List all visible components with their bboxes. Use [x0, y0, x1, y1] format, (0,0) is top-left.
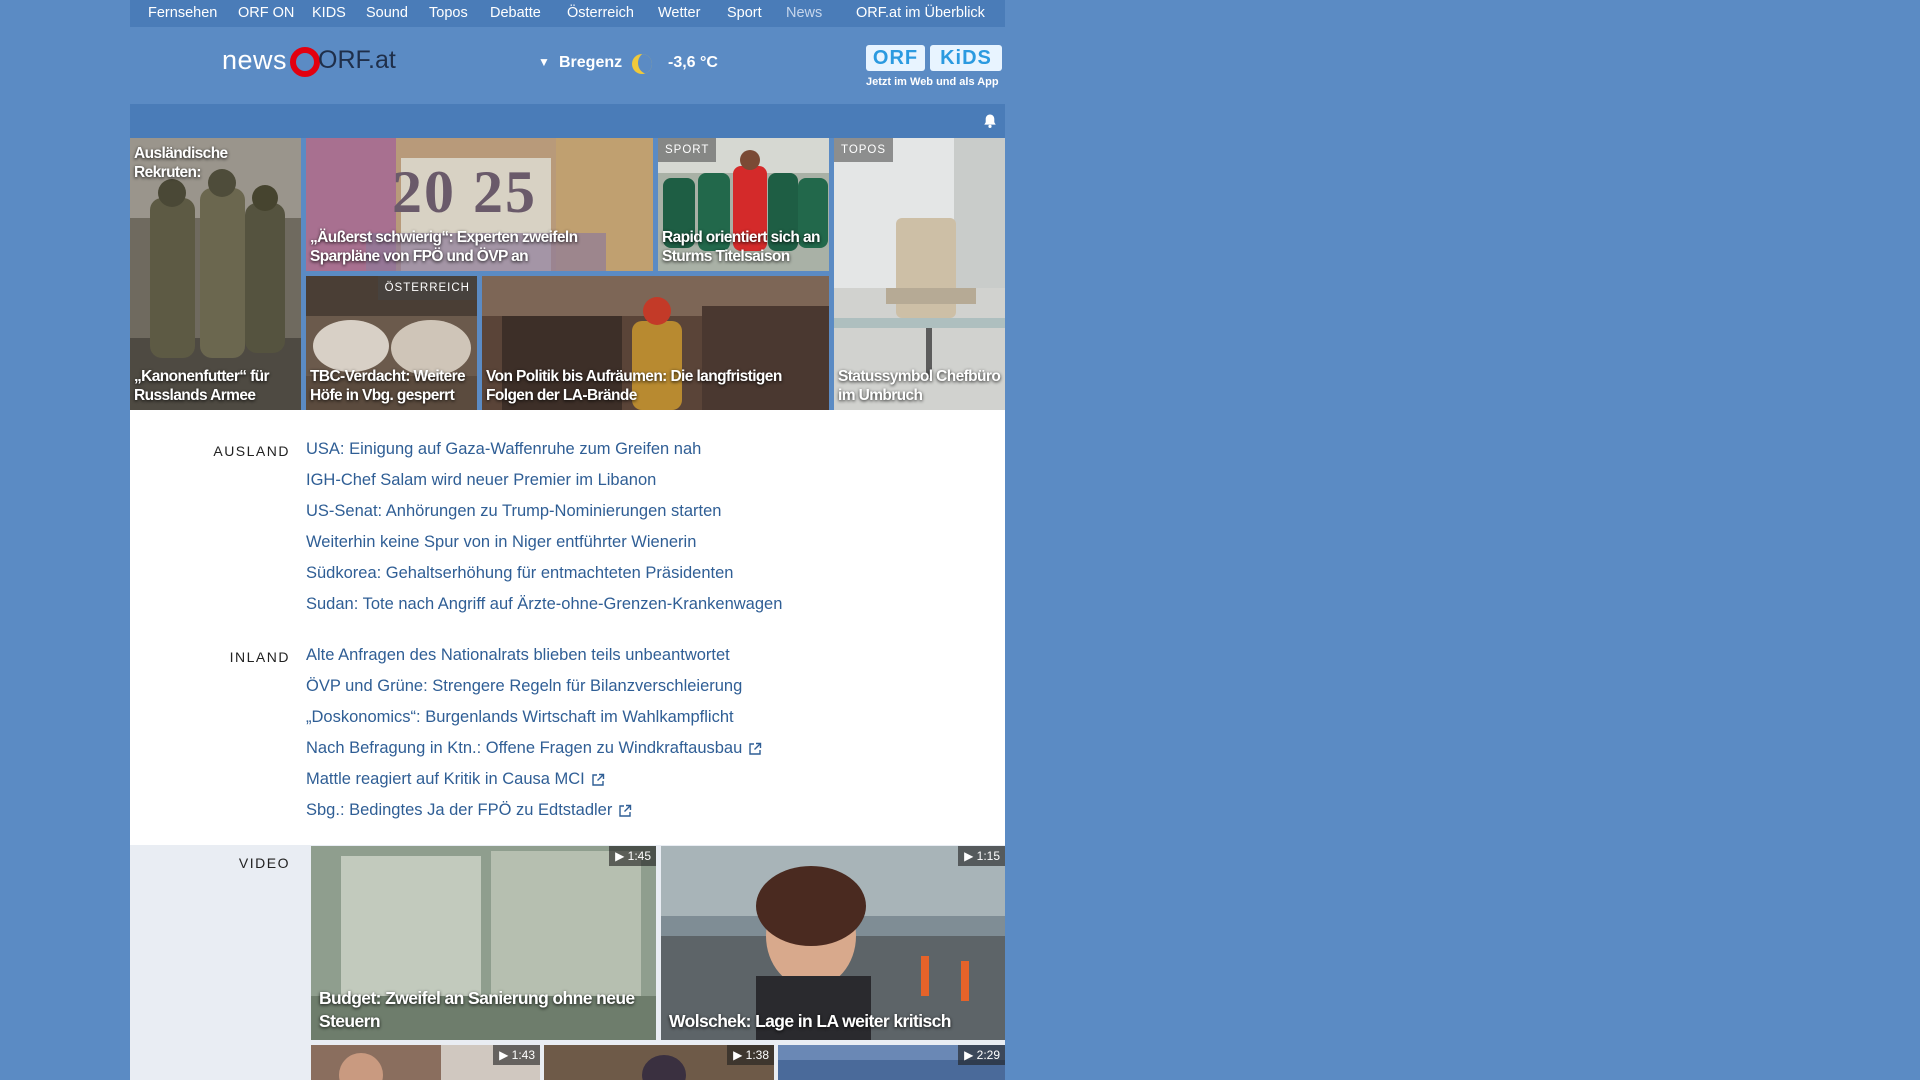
teaser-image-2025-text: 20 25 — [392, 159, 537, 225]
teaser-section-label: ÖSTERREICH — [377, 276, 477, 300]
bell-icon[interactable] — [982, 113, 998, 129]
news-link[interactable]: Südkorea: Gehaltserhöhung für entmachtet… — [306, 564, 733, 583]
teaser-budget-experts[interactable]: 20 25 „Äußerst schwierig“: Experten zwei… — [306, 138, 653, 271]
news-link[interactable]: US-Senat: Anhörungen zu Trump-Nominierun… — [306, 502, 721, 521]
teaser-caption: „Kanonenfutter“ für Russlands Armee — [134, 368, 270, 404]
news-link-external[interactable]: Nach Befragung in Ktn.: Offene Fragen zu… — [306, 739, 762, 758]
news-link-text: Mattle reagiert auf Kritik in Causa MCI — [306, 770, 585, 788]
nav-sport[interactable]: Sport — [727, 0, 762, 27]
news-link[interactable]: IGH-Chef Salam wird neuer Premier im Lib… — [306, 471, 656, 490]
logo-news-text: news — [222, 45, 288, 75]
news-link[interactable]: Weiterhin keine Spur von in Niger entfüh… — [306, 533, 696, 552]
video-teaser[interactable]: ▶ 1:15 Wolschek: Lage in LA weiter kriti… — [661, 846, 1005, 1040]
teaser-caption-top: Ausländische Rekruten: — [134, 145, 228, 181]
teaser-section-label: SPORT — [658, 138, 717, 162]
kids-orf-logo: ORF — [866, 45, 925, 71]
video-teaser[interactable]: ▶ 1:38 — [544, 1045, 774, 1080]
video-teaser[interactable]: ▶ 1:43 — [311, 1045, 540, 1080]
orf-ring-icon — [290, 47, 320, 77]
location-dropdown-icon[interactable]: ▼ — [538, 55, 550, 69]
teaser-caption: TBC-Verdacht: Weitere Höfe in Vbg. gespe… — [310, 368, 466, 404]
news-link[interactable]: USA: Einigung auf Gaza-Waffenruhe zum Gr… — [306, 440, 701, 459]
header-toolbar — [130, 104, 1005, 138]
news-link-external[interactable]: Sbg.: Bedingtes Ja der FPÖ zu Edtstadler — [306, 801, 632, 820]
teaser-tbc-cattle[interactable]: ÖSTERREICH TBC-Verdacht: Weitere Höfe in… — [306, 276, 477, 410]
news-link-text: Sbg.: Bedingtes Ja der FPÖ zu Edtstadler — [306, 801, 613, 819]
external-link-icon — [749, 742, 762, 755]
nav-kids[interactable]: KIDS — [312, 0, 346, 27]
nav-debatte[interactable]: Debatte — [490, 0, 541, 27]
video-duration: ▶ 1:38 — [727, 1045, 774, 1065]
page: Fernsehen ORF ON KIDS Sound Topos Debatt… — [130, 0, 1005, 1080]
nav-wetter[interactable]: Wetter — [658, 0, 700, 27]
teaser-caption: Rapid orientiert sich an Sturms Titelsai… — [662, 229, 820, 265]
teaser-caption: „Äußerst schwierig“: Experten zweifeln S… — [310, 229, 578, 265]
teaser-rapid-sport[interactable]: SPORT Rapid orientiert sich an Sturms Ti… — [658, 138, 829, 271]
external-link-icon — [619, 804, 632, 817]
news-link[interactable]: Alte Anfragen des Nationalrats blieben t… — [306, 646, 730, 665]
nav-oesterreich[interactable]: Österreich — [567, 0, 634, 27]
section-title-video: VIDEO — [238, 855, 290, 871]
nav-orf-on[interactable]: ORF ON — [238, 0, 294, 27]
kids-logo: KiDS — [930, 45, 1002, 71]
top-navigation: Fernsehen ORF ON KIDS Sound Topos Debatt… — [130, 0, 1005, 27]
news-link-text: Nach Befragung in Ktn.: Offene Fragen zu… — [306, 739, 743, 757]
nav-topos[interactable]: Topos — [429, 0, 468, 27]
video-caption: Wolschek: Lage in LA weiter kritisch — [669, 1011, 951, 1031]
video-teaser[interactable]: ▶ 1:45 Budget: Zweifel an Sanierung ohne… — [311, 846, 656, 1040]
section-title-ausland: AUSLAND — [213, 443, 290, 459]
external-link-icon — [592, 773, 604, 786]
nav-orf-overview[interactable]: ORF.at im Überblick — [856, 0, 985, 27]
nav-fernsehen[interactable]: Fernsehen — [148, 0, 217, 27]
news-link[interactable]: Sudan: Tote nach Angriff auf Ärzte-ohne-… — [306, 595, 782, 614]
news-link[interactable]: „Doskonomics“: Burgenlands Wirtschaft im… — [306, 708, 734, 727]
video-caption: Budget: Zweifel an Sanierung ohne neue S… — [319, 988, 635, 1031]
news-lists: AUSLAND USA: Einigung auf Gaza-Waffenruh… — [130, 410, 1005, 845]
news-link-external[interactable]: Mattle reagiert auf Kritik in Causa MCI — [306, 770, 605, 789]
video-section: VIDEO ▶ 1:45 Budget: Zweifel an Sanierun… — [130, 845, 1005, 1080]
teaser-section-label: TOPOS — [834, 138, 894, 162]
weather-city[interactable]: Bregenz — [559, 54, 622, 72]
section-title-inland: INLAND — [229, 649, 290, 665]
orf-kids-banner[interactable]: ORF KiDS Jetzt im Web und als App — [866, 45, 1004, 95]
video-teaser[interactable]: ▶ 2:29 — [778, 1045, 1005, 1080]
logo-orf-text: ORF.at — [318, 46, 396, 74]
teaser-la-fires[interactable]: Von Politik bis Aufräumen: Die langfrist… — [482, 276, 829, 410]
teaser-caption: Von Politik bis Aufräumen: Die langfrist… — [486, 368, 782, 404]
video-duration: ▶ 1:15 — [958, 846, 1005, 866]
video-duration: ▶ 2:29 — [958, 1045, 1005, 1065]
teaser-russia-recruits[interactable]: Ausländische Rekruten: „Kanonenfutter“ f… — [130, 138, 301, 410]
moon-icon — [632, 54, 652, 74]
teaser-topos-office[interactable]: TOPOS Statussymbol Chefbüro im Umbruch — [834, 138, 1005, 410]
video-duration: ▶ 1:45 — [609, 846, 656, 866]
kids-tagline: Jetzt im Web und als App — [866, 76, 999, 88]
weather-temperature: -3,6 °C — [668, 54, 718, 71]
news-link[interactable]: ÖVP und Grüne: Strengere Regeln für Bila… — [306, 677, 742, 696]
video-duration: ▶ 1:43 — [493, 1045, 540, 1065]
site-header: news ORF.at ▼ Bregenz -3,6 °C ORF KiDS J… — [130, 27, 1005, 103]
nav-news[interactable]: News — [786, 0, 822, 27]
teaser-caption: Statussymbol Chefbüro im Umbruch — [838, 368, 1001, 404]
nav-sound[interactable]: Sound — [366, 0, 408, 27]
